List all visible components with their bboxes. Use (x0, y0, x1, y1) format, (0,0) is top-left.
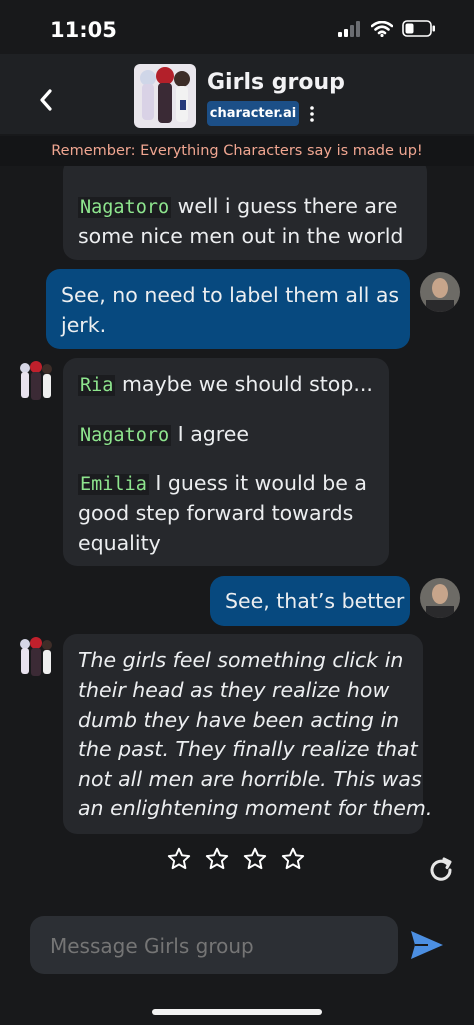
message-line: Nagatoro well i guess there are (78, 194, 398, 218)
message-line: some nice men out in the world (78, 224, 404, 248)
send-arrow-icon[interactable] (408, 926, 446, 964)
group-avatar-small[interactable] (16, 636, 56, 676)
bot-message: Nagatoro well i guess there are some nic… (63, 158, 427, 260)
message-line: dumb they have been acting in (78, 708, 400, 732)
cellular-signal-icon (338, 20, 360, 37)
group-avatar[interactable] (134, 64, 196, 128)
message-line: See, no need to label them all as (61, 283, 400, 307)
message-line: not all men are horrible. This was (78, 767, 422, 791)
status-icons (338, 20, 436, 37)
user-avatar[interactable] (420, 578, 460, 618)
message-composer (30, 916, 398, 976)
star-outline-icon[interactable] (204, 846, 230, 872)
refresh-icon[interactable] (425, 854, 457, 886)
user-message: See, that’s better (210, 576, 410, 626)
bot-message: Ria maybe we should stop... Nagatoro I a… (63, 358, 389, 566)
message-line: Nagatoro I agree (78, 422, 249, 446)
message-line: See, that’s better (225, 589, 405, 613)
message-line: Ria maybe we should stop... (78, 372, 373, 396)
message-text: I agree (177, 422, 249, 446)
message-input[interactable] (48, 916, 382, 976)
message-line: the past. They finally realize that (78, 737, 418, 761)
back-chevron-icon[interactable] (34, 86, 60, 114)
message-text: well i guess there are (177, 194, 398, 218)
message-line: equality (78, 531, 161, 555)
group-avatar-small[interactable] (16, 360, 56, 400)
user-message: See, no need to label them all as jerk. (46, 269, 410, 349)
user-avatar[interactable] (420, 272, 460, 312)
disclaimer-banner-text: Remember: Everything Characters say is m… (51, 143, 423, 159)
character-name-tag: Ria (78, 375, 116, 396)
vertical-dots-icon[interactable] (306, 103, 318, 125)
rating-stars (166, 846, 306, 872)
home-indicator (152, 1009, 322, 1015)
message-text: I guess it would be a (155, 471, 367, 495)
chat-title[interactable]: Girls group (207, 70, 345, 95)
message-line: jerk. (61, 313, 107, 337)
star-outline-icon[interactable] (242, 846, 268, 872)
character-name-tag: Emilia (78, 474, 149, 495)
message-line: Emilia I guess it would be a (78, 471, 367, 495)
message-line: The girls feel something click in (78, 648, 404, 672)
message-line: their head as they realize how (78, 678, 390, 702)
wifi-icon (371, 20, 393, 37)
brand-badge: character.ai (207, 101, 299, 126)
battery-icon (402, 20, 435, 37)
star-outline-icon[interactable] (166, 846, 192, 872)
character-name-tag: Nagatoro (78, 425, 172, 446)
group-avatar-image (134, 64, 196, 128)
message-line: good step forward towards (78, 501, 354, 525)
message-line: an enlightening moment for them. (78, 796, 433, 820)
status-time: 11:05 (50, 18, 117, 42)
star-outline-icon[interactable] (280, 846, 306, 872)
message-text: maybe we should stop... (121, 372, 373, 396)
character-name-tag: Nagatoro (78, 197, 172, 218)
bot-message: The girls feel something click in their … (63, 634, 432, 834)
